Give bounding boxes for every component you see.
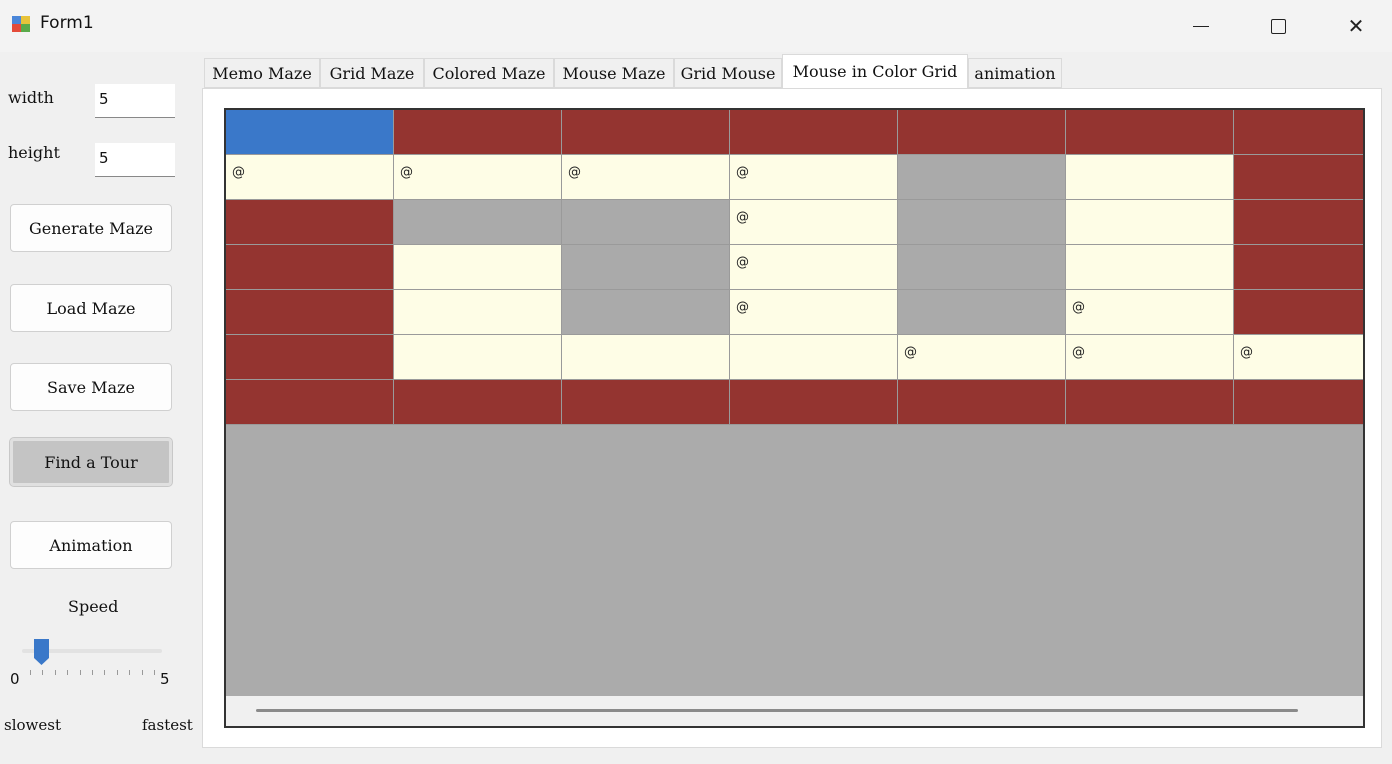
slider-tick bbox=[42, 670, 44, 675]
slider-tick bbox=[154, 670, 155, 675]
maximize-icon bbox=[1270, 18, 1286, 34]
maze-cell bbox=[1066, 110, 1234, 155]
maze-cell bbox=[898, 380, 1066, 425]
maze-cell bbox=[562, 110, 730, 155]
maze-cell bbox=[898, 155, 1066, 200]
maze-cell bbox=[394, 380, 562, 425]
speed-label: Speed bbox=[68, 597, 119, 616]
minimize-icon bbox=[1193, 25, 1209, 27]
tab-colored-maze[interactable]: Colored Maze bbox=[424, 58, 554, 88]
maze-cell: @ bbox=[394, 155, 562, 200]
maze-cell: @ bbox=[1066, 290, 1234, 335]
tab-grid-mouse[interactable]: Grid Mouse bbox=[674, 58, 782, 88]
maze-cell: @ bbox=[730, 155, 898, 200]
maze-cell bbox=[730, 380, 898, 425]
slider-tick bbox=[30, 670, 31, 675]
maze-cell bbox=[226, 200, 394, 245]
maze-cell bbox=[562, 290, 730, 335]
maze-cell bbox=[562, 200, 730, 245]
maze-cell bbox=[1066, 200, 1234, 245]
maze-cell bbox=[730, 335, 898, 380]
maze-cell bbox=[898, 200, 1066, 245]
maze-cell bbox=[226, 290, 394, 335]
maze-cell: @ bbox=[562, 155, 730, 200]
title-bar: Form1 ✕ bbox=[0, 0, 1392, 52]
maze-cell bbox=[394, 245, 562, 290]
generate-maze-button[interactable]: Generate Maze bbox=[10, 204, 172, 252]
height-label: height bbox=[8, 143, 60, 162]
fastest-label: fastest bbox=[142, 716, 193, 734]
maze-cell bbox=[1234, 290, 1363, 335]
maze-cell bbox=[1066, 155, 1234, 200]
save-maze-button[interactable]: Save Maze bbox=[10, 363, 172, 411]
maze-cell bbox=[394, 110, 562, 155]
maze-grid: @ @ @ @ @ @ @ @ @ @ @ bbox=[224, 108, 1365, 728]
maze-cell bbox=[226, 245, 394, 290]
maze-cell bbox=[1234, 380, 1363, 425]
maze-cell bbox=[898, 110, 1066, 155]
window-title: Form1 bbox=[40, 13, 94, 33]
slider-tick bbox=[54, 670, 56, 675]
slider-tick bbox=[67, 670, 69, 675]
maze-cell: @ bbox=[730, 290, 898, 335]
tab-mouse-maze[interactable]: Mouse Maze bbox=[554, 58, 674, 88]
tab-mouse-in-color-grid[interactable]: Mouse in Color Grid bbox=[782, 54, 968, 88]
maze-cell bbox=[226, 110, 394, 155]
maze-cell: @ bbox=[226, 155, 394, 200]
slider-tick bbox=[79, 670, 81, 675]
slider-tick bbox=[104, 670, 106, 675]
tab-animation[interactable]: animation bbox=[968, 58, 1062, 88]
maze-cell bbox=[1066, 380, 1234, 425]
maze-cell bbox=[394, 335, 562, 380]
slider-tick bbox=[92, 670, 93, 675]
maze-cell bbox=[226, 380, 394, 425]
animation-button[interactable]: Animation bbox=[10, 521, 172, 569]
maze-cell bbox=[226, 335, 394, 380]
maze-cell: @ bbox=[1234, 335, 1363, 380]
maze-cell bbox=[898, 245, 1066, 290]
slider-tick bbox=[129, 670, 131, 675]
slowest-label: slowest bbox=[4, 716, 61, 734]
maze-cell bbox=[1066, 245, 1234, 290]
maximize-button[interactable] bbox=[1250, 0, 1306, 52]
speed-max-label: 5 bbox=[160, 670, 170, 688]
load-maze-button[interactable]: Load Maze bbox=[10, 284, 172, 332]
maze-cell bbox=[1234, 155, 1363, 200]
tab-memo-maze[interactable]: Memo Maze bbox=[204, 58, 320, 88]
speed-min-label: 0 bbox=[10, 670, 20, 688]
tab-grid-maze[interactable]: Grid Maze bbox=[320, 58, 424, 88]
slider-tick bbox=[141, 670, 143, 675]
height-input[interactable]: 5 bbox=[95, 143, 175, 177]
maze-cell: @ bbox=[1066, 335, 1234, 380]
maze-cell bbox=[562, 380, 730, 425]
maze-cell bbox=[394, 200, 562, 245]
slider-tick bbox=[116, 670, 118, 675]
maze-cell: @ bbox=[730, 200, 898, 245]
width-label: width bbox=[8, 88, 54, 107]
horizontal-scrollbar[interactable] bbox=[226, 696, 1363, 726]
maze-cell bbox=[1234, 200, 1363, 245]
maze-cell bbox=[1234, 245, 1363, 290]
maze-cell bbox=[562, 335, 730, 380]
maze-cell: @ bbox=[898, 335, 1066, 380]
maze-cell bbox=[394, 290, 562, 335]
maze-cell bbox=[730, 110, 898, 155]
close-icon: ✕ bbox=[1347, 14, 1365, 38]
width-input[interactable]: 5 bbox=[95, 84, 175, 118]
scrollbar-thumb[interactable] bbox=[256, 709, 1298, 712]
app-icon bbox=[12, 16, 30, 32]
maze-cell bbox=[1234, 110, 1363, 155]
maze-cell: @ bbox=[730, 245, 898, 290]
maze-cell bbox=[562, 245, 730, 290]
close-button[interactable]: ✕ bbox=[1328, 0, 1384, 52]
minimize-button[interactable] bbox=[1173, 0, 1229, 52]
slider-ticks bbox=[30, 670, 156, 676]
maze-cell bbox=[898, 290, 1066, 335]
speed-slider-thumb[interactable] bbox=[33, 638, 50, 666]
find-tour-button[interactable]: Find a Tour bbox=[9, 437, 173, 487]
